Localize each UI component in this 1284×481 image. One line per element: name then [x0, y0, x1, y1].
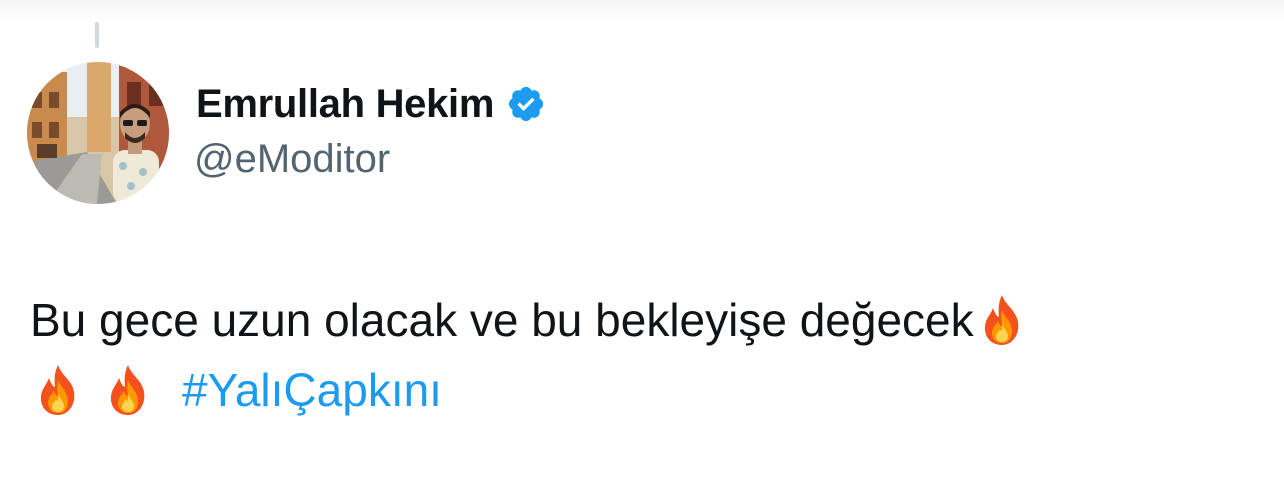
fire-emoji-icon — [974, 292, 1030, 348]
username-handle[interactable]: @eModitor — [194, 137, 390, 182]
author-name-row[interactable]: Emrullah Hekim — [196, 76, 546, 132]
display-name[interactable]: Emrullah Hekim — [196, 82, 494, 127]
tweet-line-1: Bu gece uzun olacak ve bu bekleyişe değe… — [30, 285, 1260, 355]
avatar-photo — [27, 62, 169, 204]
verified-badge-icon — [506, 84, 546, 124]
thread-connector-line — [95, 22, 99, 48]
fire-emoji-icon — [30, 362, 86, 418]
tweet-text: Bu gece uzun olacak ve bu bekleyişe değe… — [30, 285, 1260, 425]
tweet-line-2: #YalıÇapkını — [30, 355, 1260, 425]
tweet-text-content: Bu gece uzun olacak ve bu bekleyişe değe… — [30, 294, 974, 346]
hashtag-link[interactable]: #YalıÇapkını — [182, 355, 442, 425]
avatar[interactable] — [27, 62, 169, 204]
top-divider — [0, 0, 1284, 22]
fire-emoji-icon — [100, 362, 156, 418]
